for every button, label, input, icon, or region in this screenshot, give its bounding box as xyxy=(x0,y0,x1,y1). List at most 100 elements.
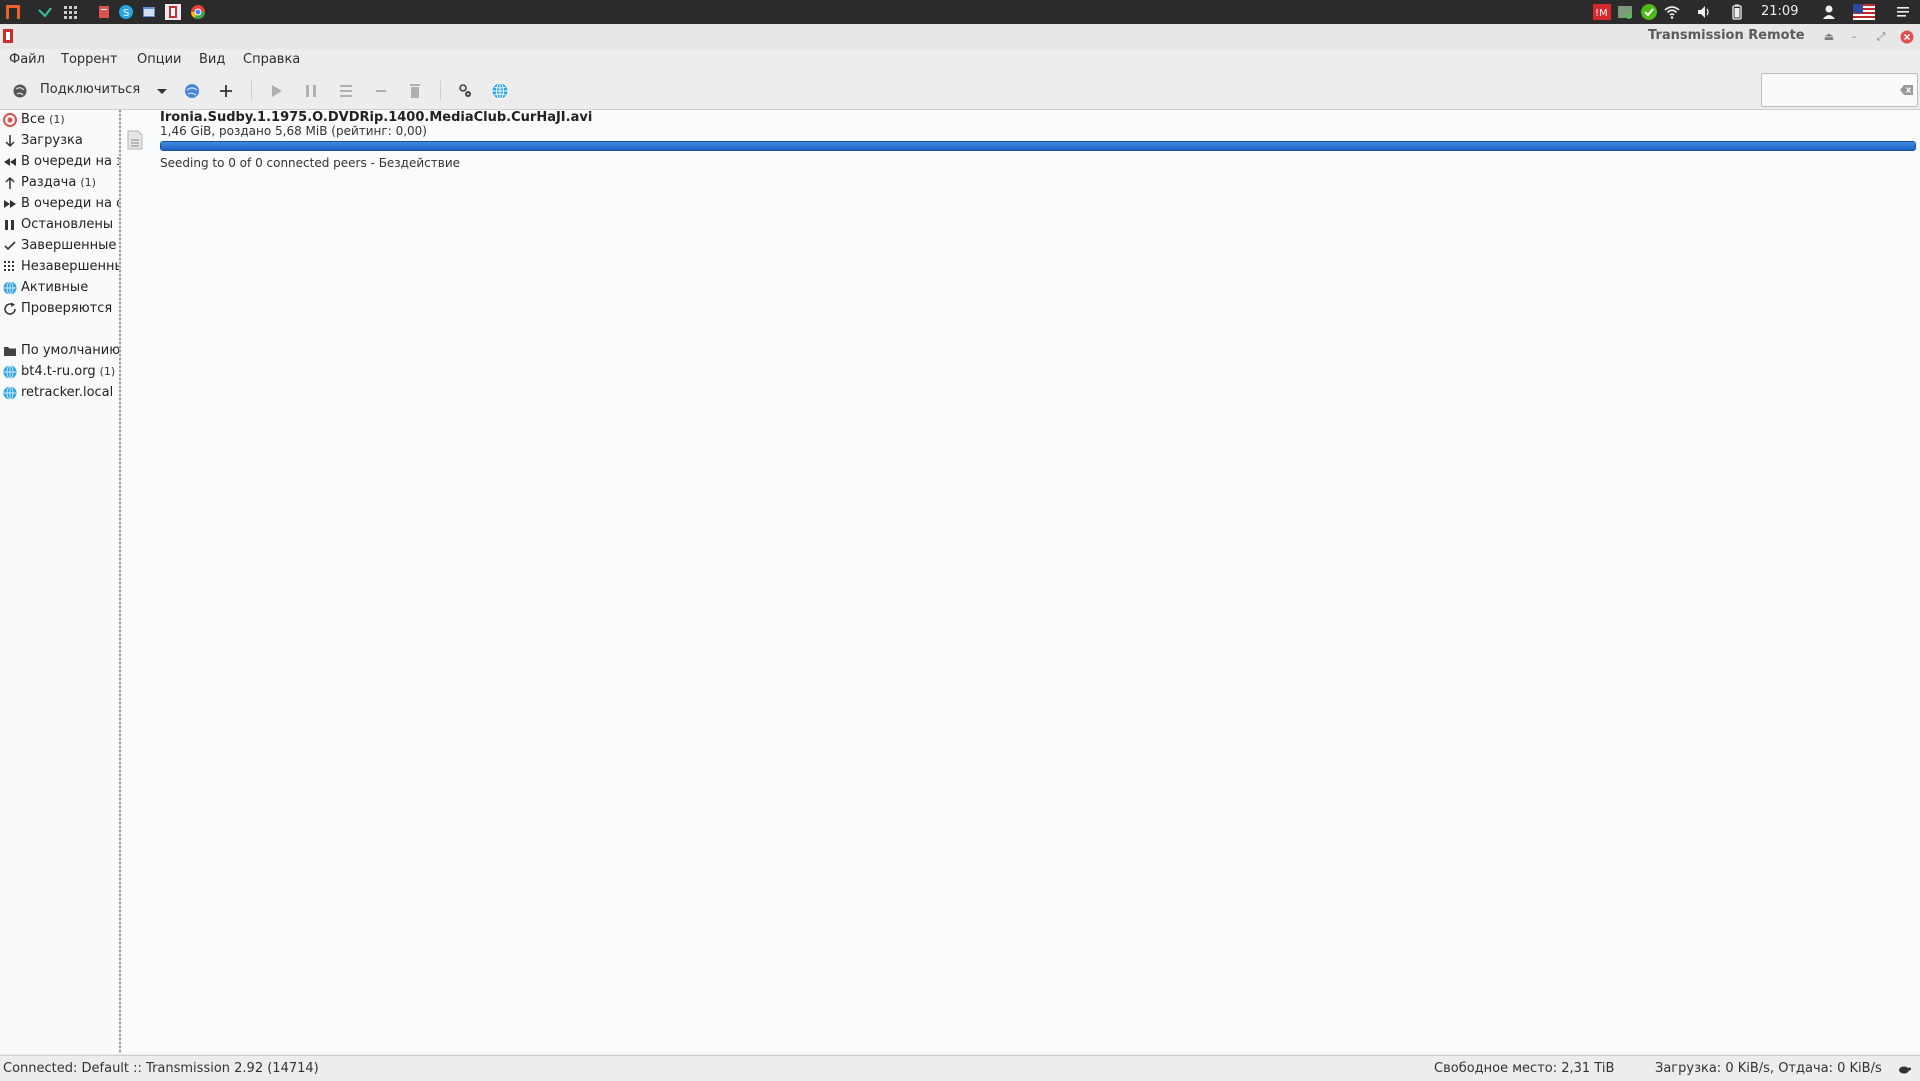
restore-icon[interactable]: ⤢ xyxy=(1874,30,1888,44)
settings-icon[interactable] xyxy=(454,80,476,102)
clear-search-icon[interactable] xyxy=(1900,84,1914,96)
connection-status: Connected: Default :: Transmission 2.92 … xyxy=(3,1061,319,1076)
torrent-list: Ironia.Sudby.1.1975.O.DVDRip.1400.MediaC… xyxy=(121,110,1920,1054)
eject-icon[interactable]: ⏏ xyxy=(1822,30,1836,44)
filter-label: Завершенные xyxy=(21,238,117,253)
mega-icon[interactable]: !M xyxy=(1593,4,1611,20)
menu-file[interactable]: Файл xyxy=(9,52,45,67)
transfer-speeds[interactable]: Загрузка: 0 KiB/s, Отдача: 0 KiB/s xyxy=(1655,1061,1882,1076)
us-flag-icon[interactable] xyxy=(1853,4,1875,20)
volume-icon[interactable] xyxy=(1696,4,1712,20)
globe-icon xyxy=(3,386,17,400)
globe-icon xyxy=(3,281,17,295)
menu-bar: Файл Торрент Опции Вид Справка xyxy=(0,49,1920,71)
add-torrent-icon[interactable] xyxy=(215,80,237,102)
filter-label: Активные xyxy=(21,280,89,295)
remove-icon[interactable] xyxy=(370,80,392,102)
search-field[interactable] xyxy=(1766,80,1900,97)
window-title: Transmission Remote xyxy=(1648,28,1805,43)
svg-text:S: S xyxy=(123,8,129,19)
filter-label: Все xyxy=(21,112,46,127)
filter-label: Раздача xyxy=(21,175,77,190)
svg-text:!M: !M xyxy=(1595,8,1608,19)
menu-icon[interactable] xyxy=(1895,4,1911,20)
check-icon xyxy=(4,241,16,251)
user-icon[interactable] xyxy=(1821,4,1837,20)
filter-label: Проверяются xyxy=(21,301,113,316)
filter-queued-seed[interactable]: В очереди на о xyxy=(0,194,119,214)
menu-view[interactable]: Вид xyxy=(199,52,225,67)
toolbar-separator xyxy=(440,81,441,101)
arrow-up-icon xyxy=(5,176,15,189)
connect-button[interactable]: Подключиться xyxy=(40,82,140,97)
incomplete-icon xyxy=(4,261,14,271)
battery-icon[interactable] xyxy=(1729,4,1745,20)
torrent-progress-bar xyxy=(160,141,1916,151)
open-url-globe-icon[interactable] xyxy=(181,80,203,102)
toolbar-separator xyxy=(251,81,252,101)
pause-icon[interactable] xyxy=(300,80,322,102)
filter-queued-download[interactable]: В очереди на з xyxy=(0,152,119,172)
folder-icon xyxy=(4,347,16,356)
files-icon[interactable] xyxy=(96,4,112,20)
connect-globe-icon[interactable] xyxy=(9,80,31,102)
speed-limit-globe-icon[interactable] xyxy=(489,80,511,102)
progress-fill xyxy=(161,142,1915,150)
checkmark-icon[interactable] xyxy=(37,4,53,20)
filter-label: Загрузка xyxy=(21,133,83,148)
queue-forward-icon xyxy=(4,200,16,208)
filter-checking[interactable]: Проверяются xyxy=(0,299,119,319)
filter-label: В очереди на о xyxy=(21,196,119,211)
filter-label: В очереди на з xyxy=(21,154,119,169)
window-icon[interactable] xyxy=(141,4,157,20)
filter-active[interactable]: Активные xyxy=(0,278,119,298)
filter-stopped[interactable]: Остановлены xyxy=(0,215,119,235)
filter-all[interactable]: Все (1) xyxy=(0,110,119,130)
skype-icon[interactable]: S xyxy=(118,4,134,20)
toolbar: Подключиться xyxy=(0,72,1920,110)
tracker-label: retracker.local xyxy=(21,385,114,400)
transmission-app-icon xyxy=(3,29,13,43)
wifi-icon[interactable] xyxy=(1664,4,1680,20)
filter-completed[interactable]: Завершенные xyxy=(0,236,119,256)
search-input[interactable] xyxy=(1761,73,1918,107)
system-top-panel: S !M 21:09 xyxy=(0,0,1920,24)
group-default[interactable]: По умолчанию xyxy=(0,341,119,361)
torrent-row[interactable]: Ironia.Sudby.1.1975.O.DVDRip.1400.MediaC… xyxy=(121,110,1920,174)
chrome-icon[interactable] xyxy=(190,4,206,20)
apps-grid-icon[interactable] xyxy=(62,4,78,20)
filter-count: (1) xyxy=(49,113,65,126)
turtle-speed-icon[interactable] xyxy=(1897,1062,1911,1076)
tracker-count: (1) xyxy=(99,365,116,378)
globe-icon xyxy=(3,365,17,379)
filter-incomplete[interactable]: Незавершенные xyxy=(0,257,119,277)
sync-check-icon[interactable] xyxy=(1641,4,1657,20)
group-label: По умолчанию xyxy=(21,343,119,358)
filter-count: (1) xyxy=(80,176,96,189)
torrent-name: Ironia.Sudby.1.1975.O.DVDRip.1400.MediaC… xyxy=(160,110,593,125)
minimize-icon[interactable]: – xyxy=(1847,30,1861,44)
window-titlebar[interactable]: Transmission Remote ⏏ – ⤢ xyxy=(0,24,1920,50)
app-menu-icon[interactable] xyxy=(5,4,21,20)
connect-dropdown-icon[interactable] xyxy=(151,80,173,102)
filter-seeding[interactable]: Раздача (1) xyxy=(0,173,119,193)
transmission-icon[interactable] xyxy=(165,4,181,20)
tracker-label: bt4.t-ru.org xyxy=(21,364,96,379)
close-icon[interactable] xyxy=(1900,30,1914,44)
arrow-down-icon xyxy=(5,135,15,148)
tracker-retracker[interactable]: retracker.local xyxy=(0,383,119,403)
menu-torrent[interactable]: Торрент xyxy=(61,52,117,67)
tracker-bt4[interactable]: bt4.t-ru.org (1) xyxy=(0,362,119,382)
clock[interactable]: 21:09 xyxy=(1761,4,1798,19)
properties-icon[interactable] xyxy=(335,80,357,102)
delete-trash-icon[interactable] xyxy=(404,80,426,102)
filter-label: Остановлены xyxy=(21,217,114,232)
filter-downloading[interactable]: Загрузка xyxy=(0,131,119,151)
free-space: Свободное место: 2,31 TiB xyxy=(1434,1061,1615,1076)
menu-help[interactable]: Справка xyxy=(243,52,300,67)
all-icon xyxy=(3,113,17,127)
queue-back-icon xyxy=(4,158,16,166)
network-icon[interactable] xyxy=(1617,4,1633,20)
menu-options[interactable]: Опции xyxy=(137,52,181,67)
start-icon[interactable] xyxy=(265,80,287,102)
